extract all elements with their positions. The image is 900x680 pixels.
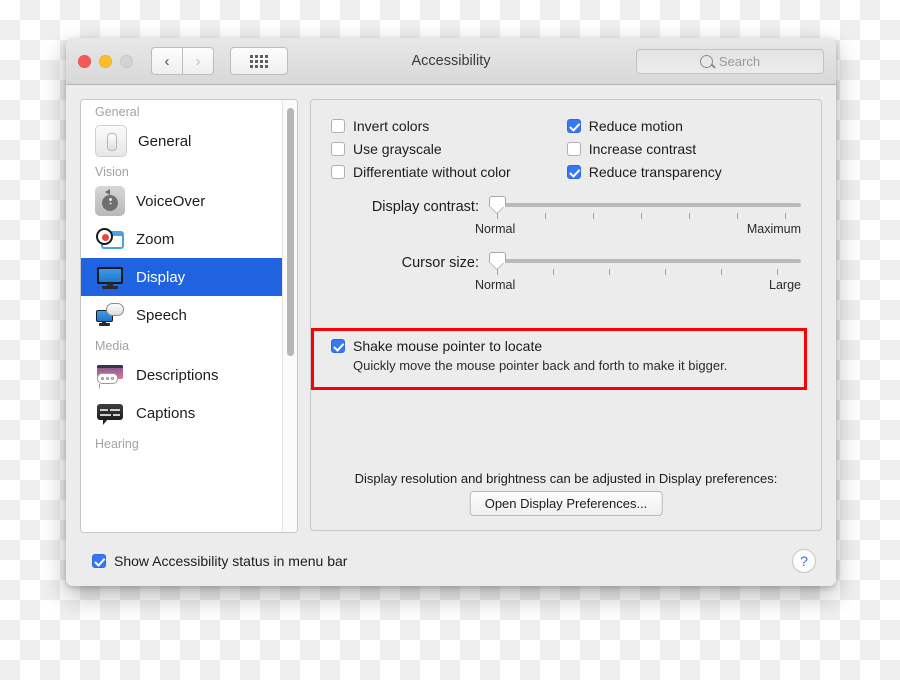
- slider-thumb[interactable]: [489, 252, 506, 269]
- checkbox-differentiate-without-color[interactable]: Differentiate without color: [331, 164, 511, 180]
- checkbox-show-accessibility-status[interactable]: Show Accessibility status in menu bar: [92, 553, 347, 569]
- sidebar-item-speech[interactable]: Speech: [81, 296, 283, 334]
- sidebar-group-media: Media: [95, 339, 130, 353]
- sidebar-item-label: Zoom: [136, 230, 175, 248]
- checkbox-label: Increase contrast: [588, 141, 697, 157]
- captions-icon: [95, 398, 125, 428]
- checkbox-label: Shake mouse pointer to locate: [353, 338, 543, 354]
- sidebar-scrollbar[interactable]: [282, 100, 297, 532]
- checkbox-box[interactable]: [566, 119, 581, 133]
- traffic-light-group: [78, 54, 133, 68]
- checkbox-label: Differentiate without color: [353, 164, 511, 180]
- scrollbar-thumb[interactable]: [286, 108, 294, 356]
- sidebar-item-label: General: [138, 132, 192, 150]
- slider-min-label: Normal: [475, 222, 516, 236]
- open-display-preferences-button[interactable]: Open Display Preferences...: [469, 491, 663, 516]
- checkbox-column-left: Invert colors Use grayscale Differentiat…: [331, 118, 511, 180]
- window-titlebar: ‹ › Accessibility Search: [66, 38, 836, 85]
- checkbox-label: Reduce transparency: [588, 164, 722, 180]
- shake-pointer-description: Quickly move the mouse pointer back and …: [353, 358, 728, 373]
- checkbox-box[interactable]: [331, 142, 345, 156]
- cursor-size-slider[interactable]: Normal Large: [475, 252, 801, 292]
- cursor-size-slider-row: Cursor size: Normal Large: [331, 252, 801, 292]
- voiceover-icon: [95, 186, 125, 216]
- slider-track[interactable]: [489, 203, 801, 207]
- display-monitor-icon: [95, 262, 125, 292]
- slider-track[interactable]: [489, 259, 801, 263]
- sidebar-item-display[interactable]: Display: [81, 258, 283, 296]
- checkbox-use-grayscale[interactable]: Use grayscale: [331, 141, 511, 157]
- sidebar-item-label: Descriptions: [136, 366, 219, 384]
- search-placeholder: Search: [718, 53, 761, 69]
- sidebar-item-captions[interactable]: Captions: [81, 394, 283, 432]
- checkbox-label: Show Accessibility status in menu bar: [114, 553, 348, 569]
- speech-bubble-icon: [95, 300, 125, 330]
- checkbox-increase-contrast[interactable]: Increase contrast: [566, 141, 722, 157]
- checkbox-box[interactable]: [566, 142, 581, 156]
- sidebar-item-general[interactable]: General: [81, 122, 283, 160]
- forward-button[interactable]: ›: [182, 47, 214, 75]
- sidebar-item-descriptions[interactable]: Descriptions: [81, 356, 283, 394]
- sidebar-item-label: Captions: [136, 404, 196, 422]
- descriptions-icon: [95, 360, 125, 390]
- display-contrast-slider[interactable]: Normal Maximum: [475, 196, 801, 236]
- checkbox-reduce-motion[interactable]: Reduce motion: [566, 118, 722, 134]
- general-switch-icon: [95, 125, 127, 157]
- zoom-button[interactable]: [120, 54, 133, 68]
- sidebar-item-label: Speech: [136, 306, 187, 324]
- slider-min-label: Normal: [475, 278, 516, 292]
- search-icon: [699, 54, 713, 68]
- search-input[interactable]: Search: [636, 48, 824, 74]
- checkbox-label: Invert colors: [353, 118, 430, 134]
- display-contrast-label: Display contrast:: [371, 199, 479, 215]
- slider-ticks: [489, 269, 801, 277]
- display-preferences-note: Display resolution and brightness can be…: [354, 471, 778, 486]
- navigation-buttons: ‹ ›: [151, 47, 214, 75]
- sidebar-item-zoom[interactable]: Zoom: [81, 220, 283, 258]
- slider-max-label: Large: [769, 278, 801, 292]
- minimize-button[interactable]: [99, 54, 112, 68]
- slider-end-labels: Normal Large: [475, 278, 801, 292]
- slider-ticks: [489, 213, 801, 221]
- slider-end-labels: Normal Maximum: [475, 222, 801, 236]
- sidebar-group-vision: Vision: [95, 165, 129, 179]
- checkbox-box[interactable]: [92, 554, 106, 568]
- checkbox-box[interactable]: [331, 339, 345, 353]
- slider-max-label: Maximum: [746, 222, 801, 236]
- display-options-checkboxes: Invert colors Use grayscale Differentiat…: [331, 118, 801, 180]
- sidebar: General General Vision VoiceOver Zoom Di…: [80, 99, 298, 533]
- checkbox-label: Reduce motion: [588, 118, 683, 134]
- sidebar-group-hearing: Hearing: [95, 437, 139, 451]
- shake-pointer-setting: Shake mouse pointer to locate Quickly mo…: [331, 338, 727, 373]
- help-button[interactable]: ?: [792, 549, 816, 573]
- grid-icon: [250, 54, 268, 68]
- checkbox-invert-colors[interactable]: Invert colors: [331, 118, 511, 134]
- cursor-size-label: Cursor size:: [401, 255, 479, 271]
- checkbox-label: Use grayscale: [353, 141, 442, 157]
- show-all-button[interactable]: [230, 47, 288, 75]
- accessibility-window: ‹ › Accessibility Search General General: [66, 38, 836, 586]
- sidebar-item-voiceover[interactable]: VoiceOver: [81, 182, 283, 220]
- display-settings-pane: Invert colors Use grayscale Differentiat…: [310, 99, 822, 531]
- sidebar-item-label: VoiceOver: [136, 192, 206, 210]
- sidebar-list: General General Vision VoiceOver Zoom Di…: [81, 100, 283, 532]
- sidebar-item-label: Display: [136, 268, 186, 286]
- checkbox-reduce-transparency[interactable]: Reduce transparency: [566, 164, 722, 180]
- checkbox-column-right: Reduce motion Increase contrast Reduce t…: [566, 118, 722, 180]
- checkbox-box[interactable]: [566, 165, 581, 179]
- window-body: General General Vision VoiceOver Zoom Di…: [66, 85, 836, 536]
- close-button[interactable]: [78, 54, 91, 68]
- slider-thumb[interactable]: [489, 196, 506, 213]
- checkbox-shake-mouse-pointer[interactable]: Shake mouse pointer to locate: [331, 338, 727, 354]
- zoom-magnifier-icon: [95, 224, 125, 254]
- checkbox-box[interactable]: [331, 165, 345, 179]
- sidebar-group-general: General: [95, 105, 140, 119]
- checkbox-box[interactable]: [331, 119, 345, 133]
- back-button[interactable]: ‹: [151, 47, 182, 75]
- display-contrast-slider-row: Display contrast: Normal Maximum: [331, 196, 801, 236]
- window-footer: Show Accessibility status in menu bar ?: [66, 536, 836, 586]
